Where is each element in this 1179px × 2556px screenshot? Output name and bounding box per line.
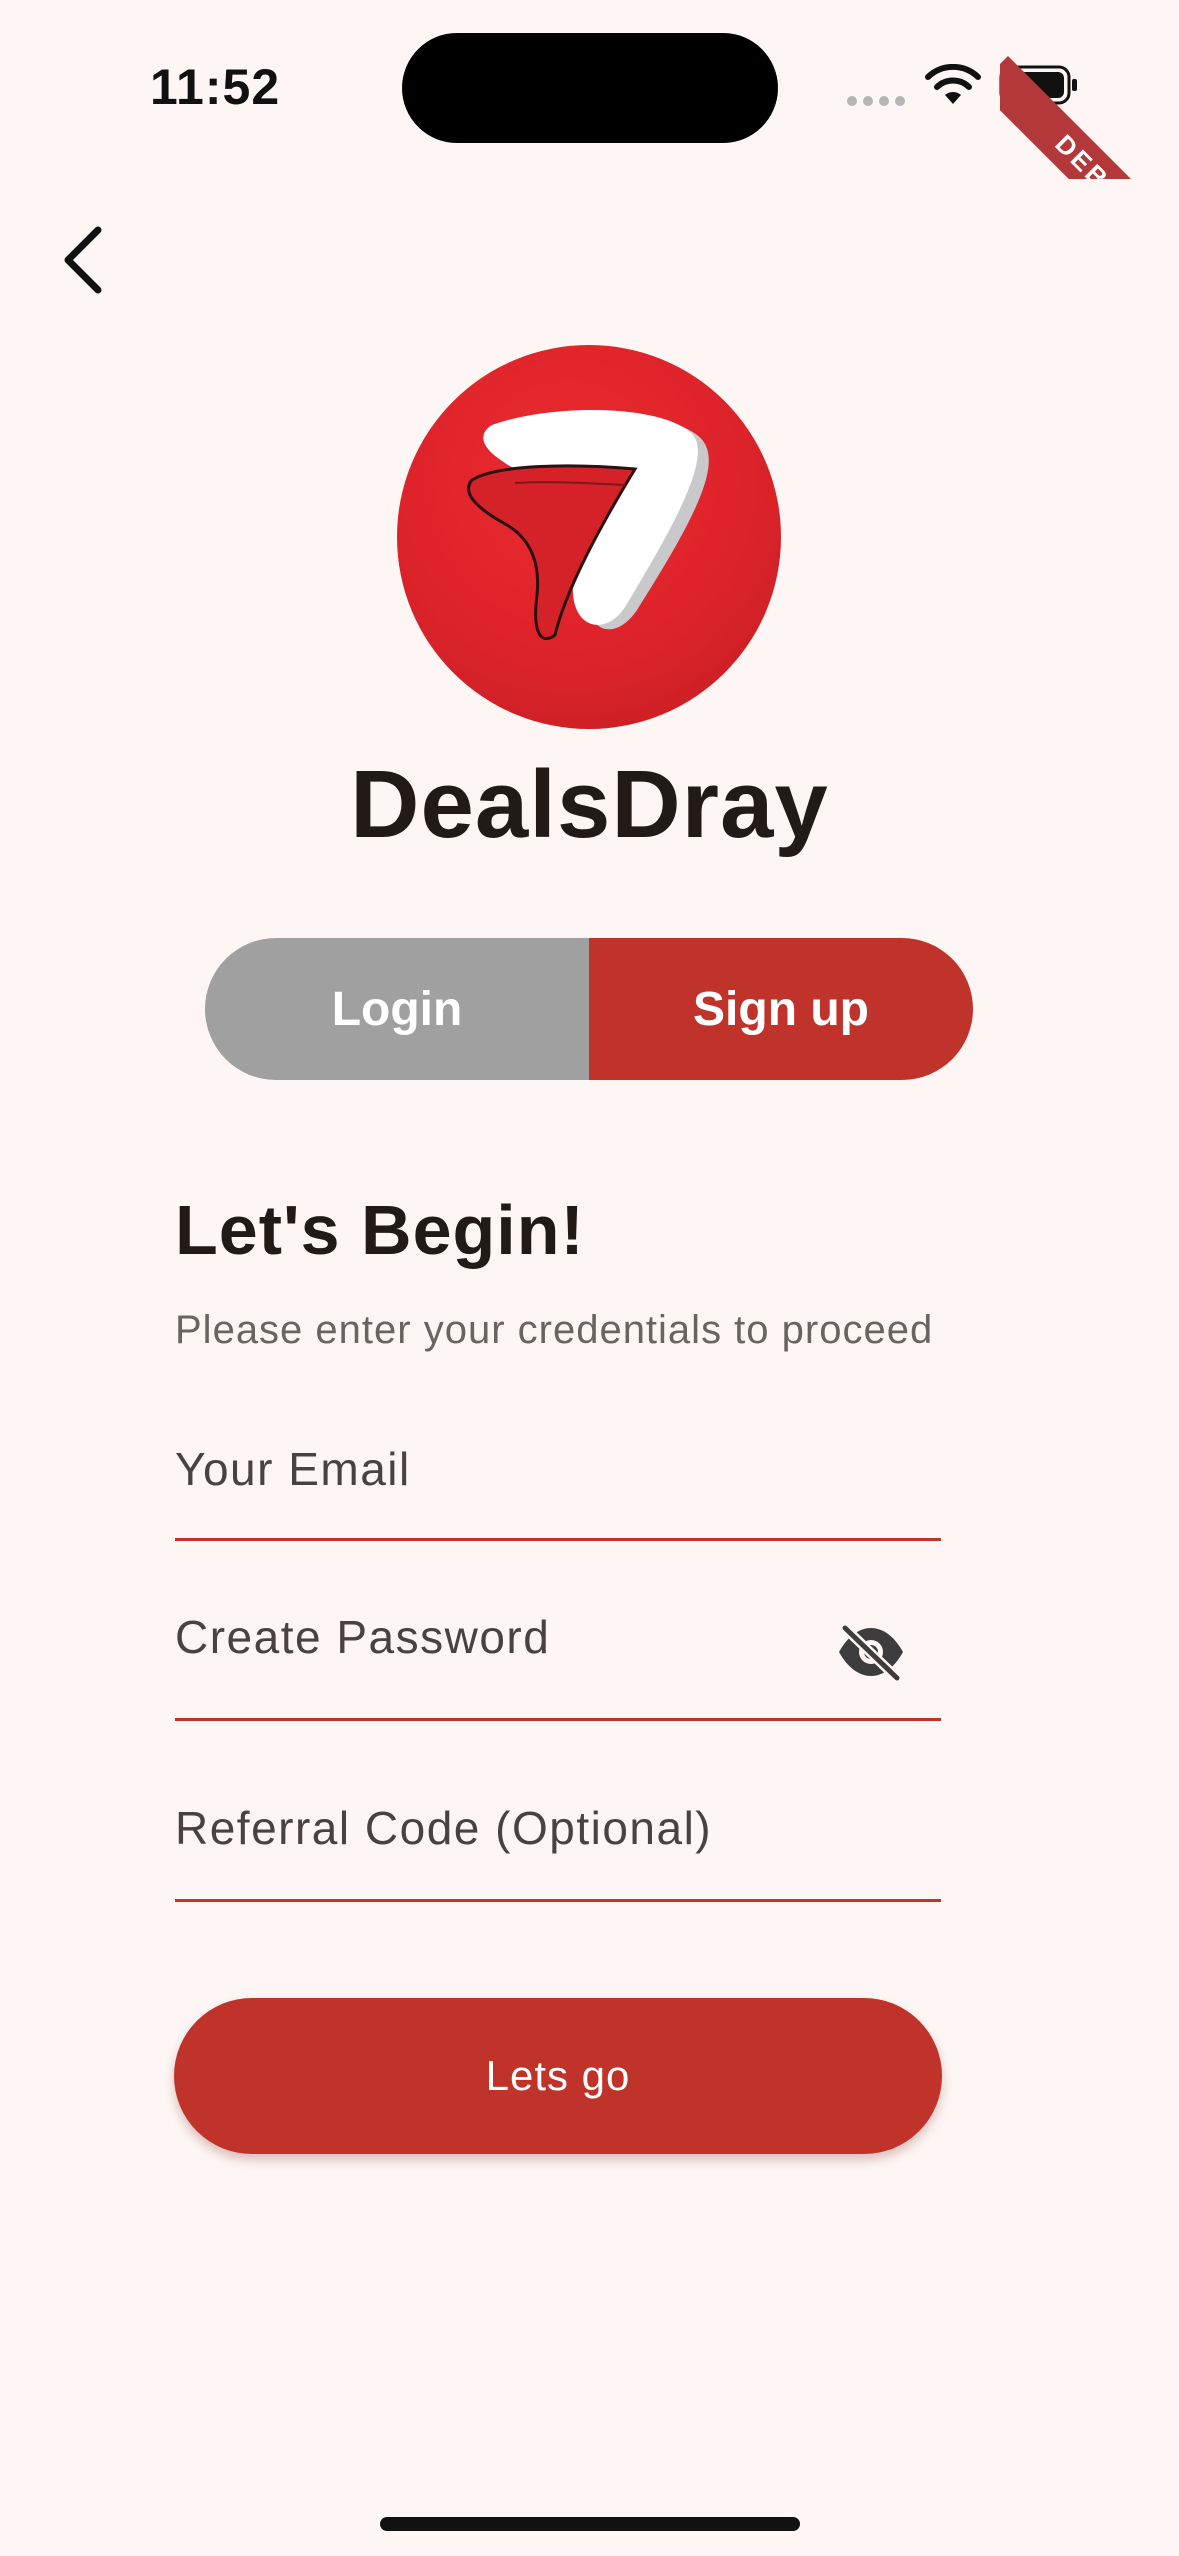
referral-code-field-label: Referral Code (Optional): [175, 1802, 713, 1854]
wifi-icon: [925, 64, 981, 104]
login-tab[interactable]: Login: [205, 938, 589, 1080]
eye-off-icon[interactable]: [835, 1622, 907, 1682]
debug-label: DEBUG: [1000, 56, 1179, 179]
home-indicator[interactable]: [380, 2517, 800, 2531]
brand-name: DealsDray: [350, 751, 829, 858]
debug-banner: DEBUG: [1000, 0, 1179, 179]
cellular-signal-icon: [847, 96, 905, 106]
auth-mode-toggle: Login Sign up: [205, 938, 973, 1080]
dynamic-island: [402, 33, 778, 143]
signup-tab[interactable]: Sign up: [589, 938, 973, 1080]
brand-logo-mark-icon: [467, 409, 709, 641]
chevron-left-icon[interactable]: [50, 220, 120, 300]
submit-button[interactable]: Lets go: [174, 1998, 942, 2154]
email-field-label: Your Email: [175, 1443, 411, 1495]
referral-code-field[interactable]: Referral Code (Optional): [175, 1775, 941, 1902]
page-title: Let's Begin!: [175, 1191, 585, 1269]
password-field[interactable]: Create Password: [175, 1600, 941, 1721]
brand-logo: [397, 345, 781, 729]
status-time: 11:52: [150, 59, 281, 115]
page-subtitle: Please enter your credentials to proceed: [175, 1308, 934, 1352]
password-field-label: Create Password: [175, 1611, 551, 1663]
email-field[interactable]: Your Email: [175, 1420, 941, 1541]
